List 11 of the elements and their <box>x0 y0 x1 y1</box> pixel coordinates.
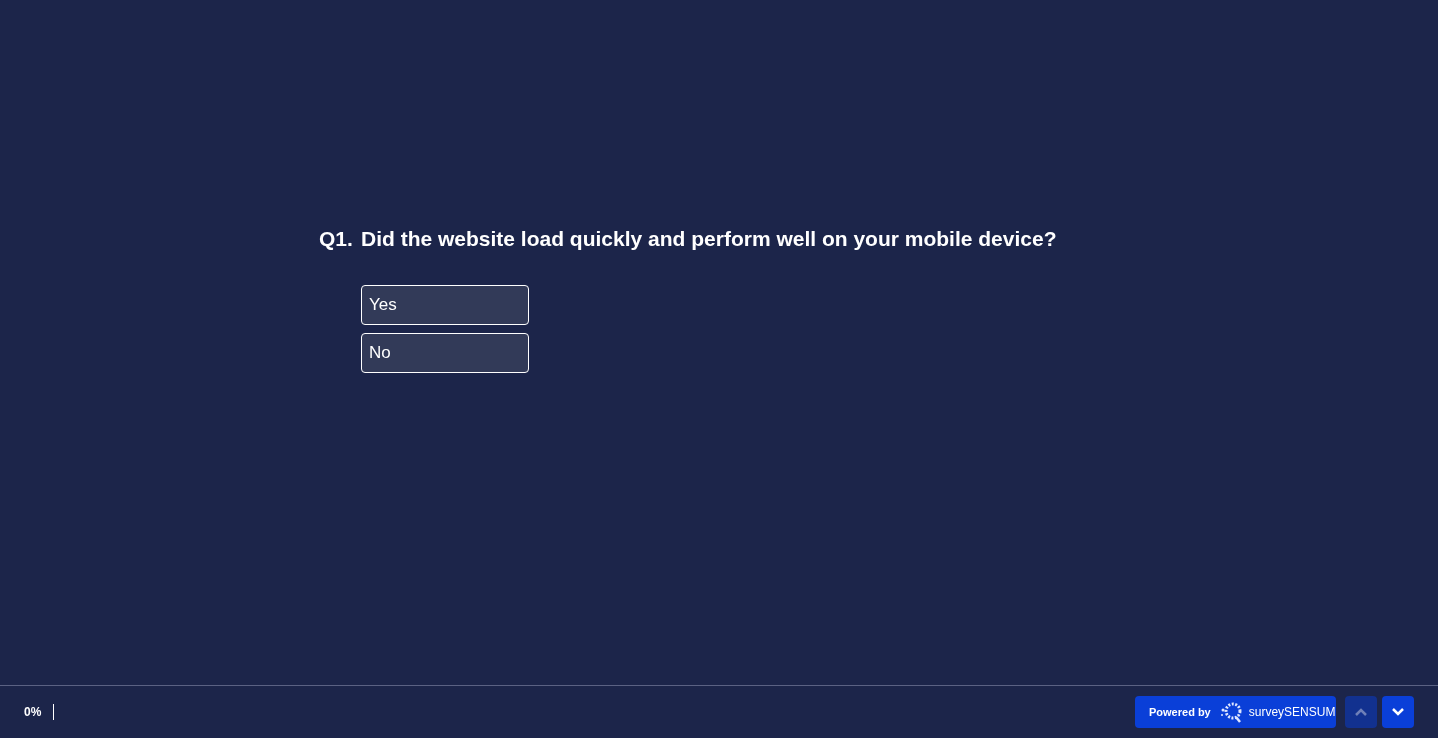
chevron-down-icon <box>1391 707 1405 717</box>
chevron-up-icon <box>1354 707 1368 717</box>
question-number: Q1. <box>319 226 354 252</box>
brand-name: surveySENSUM <box>1248 704 1336 721</box>
powered-by-label: Powered by <box>1149 704 1211 720</box>
answer-option[interactable]: No <box>361 333 529 373</box>
answer-option[interactable]: Yes <box>361 285 529 325</box>
question-text: Did the website load quickly and perform well on your mobile device? <box>361 226 1057 252</box>
powered-by-badge[interactable]: Powered by surveySENSUM <box>1135 696 1336 728</box>
next-button[interactable] <box>1382 696 1414 728</box>
progress-percentage: 0% <box>24 704 42 721</box>
